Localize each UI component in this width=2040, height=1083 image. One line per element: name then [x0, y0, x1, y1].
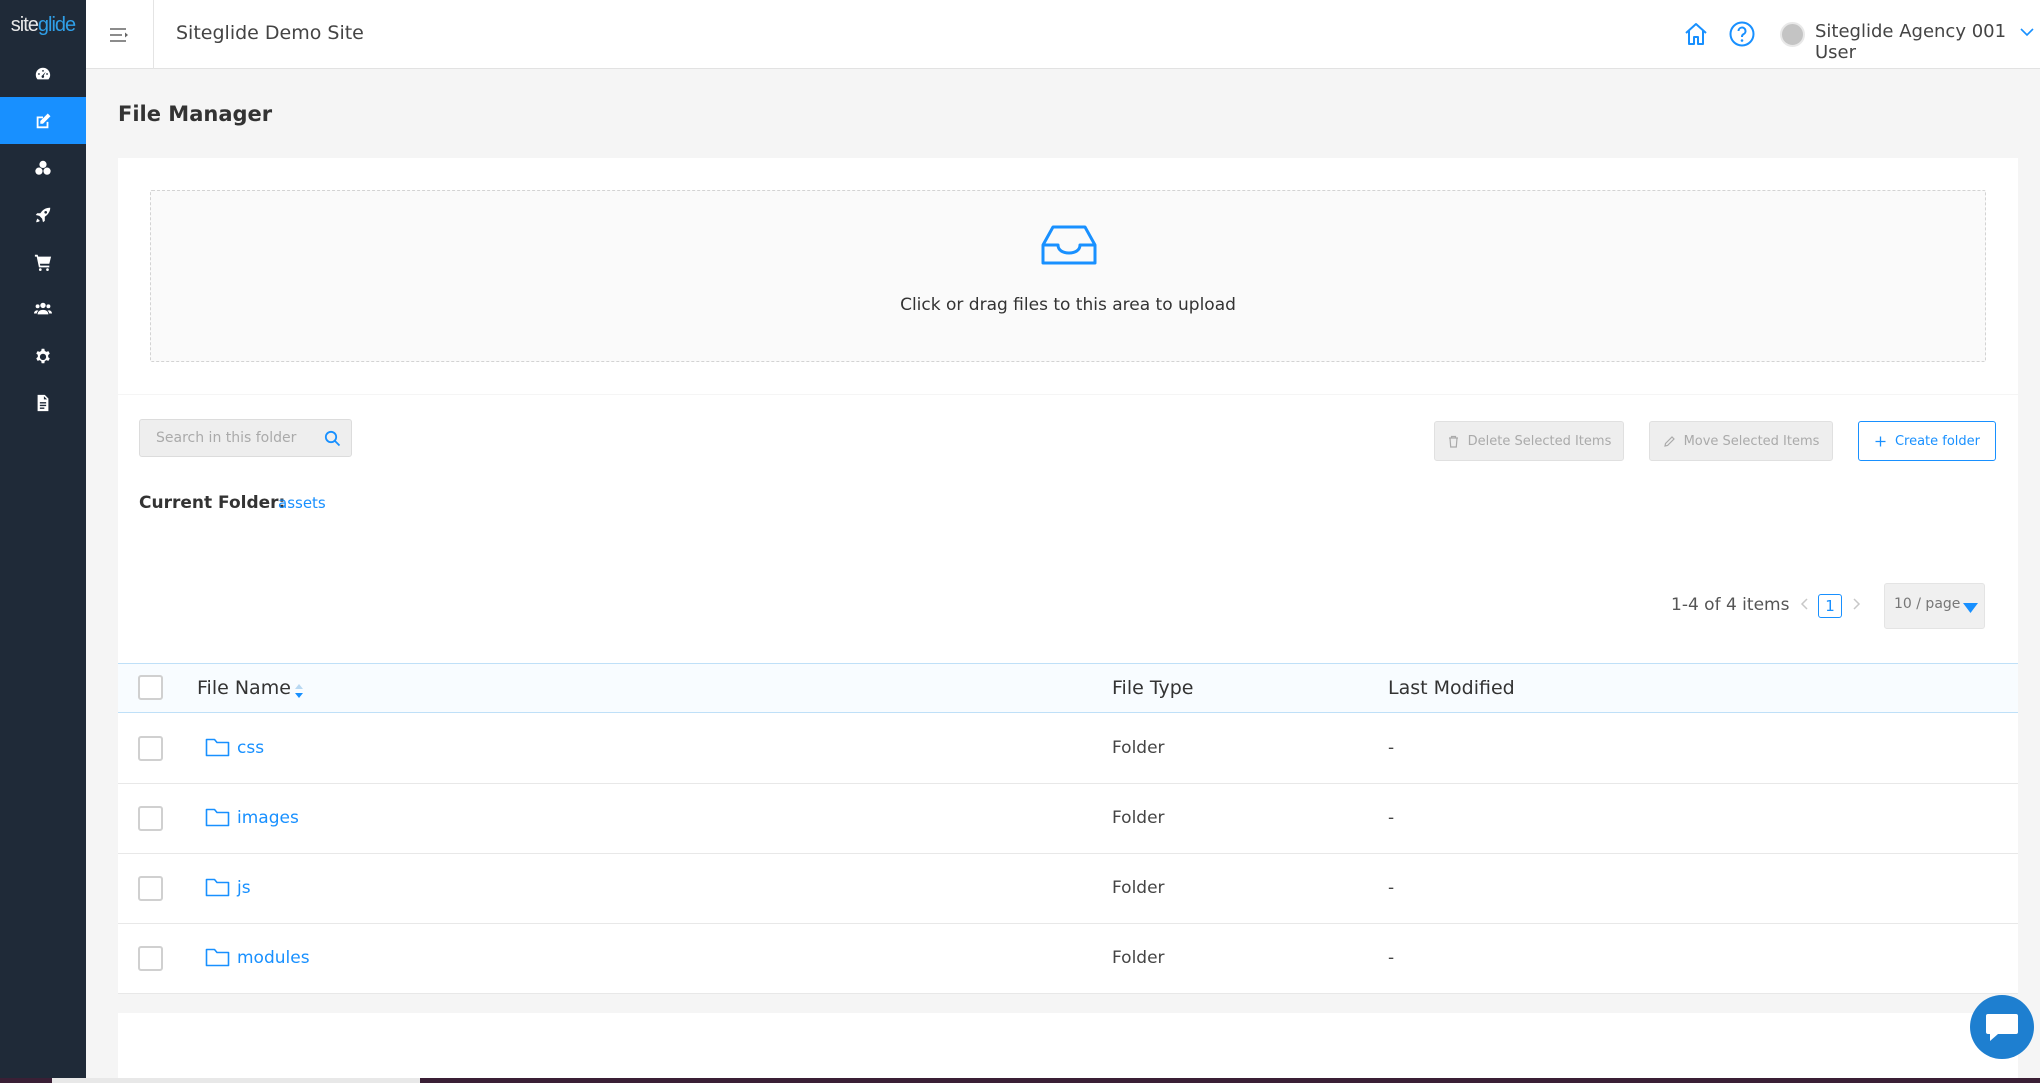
users-icon — [34, 302, 52, 314]
column-header-last-modified: Last Modified — [1388, 677, 1515, 699]
create-folder-button[interactable]: Create folder — [1858, 421, 1996, 461]
help-icon[interactable] — [1728, 20, 1756, 48]
rocket-icon — [35, 207, 51, 222]
file-name-link[interactable]: modules — [237, 948, 310, 968]
folder-icon — [205, 808, 230, 827]
footer-card — [118, 1013, 2018, 1083]
chat-icon — [1986, 1014, 2018, 1041]
logo-text-site: site — [10, 13, 39, 36]
file-type: Folder — [1112, 948, 1165, 968]
table-row[interactable]: css Folder - — [118, 714, 2018, 784]
file-type: Folder — [1112, 878, 1165, 898]
column-header-file-name[interactable]: File Name — [197, 677, 291, 699]
sidebar-item-publish[interactable] — [0, 191, 86, 238]
folder-icon — [205, 738, 230, 757]
search-input[interactable] — [140, 420, 310, 456]
table-header: File Name File Type Last Modified — [118, 663, 2018, 713]
file-type: Folder — [1112, 808, 1165, 828]
page-size-select[interactable]: 10 / page — [1884, 583, 1985, 629]
table-row[interactable]: modules Folder - — [118, 924, 2018, 994]
column-header-file-type: File Type — [1112, 677, 1194, 699]
inbox-icon — [1041, 225, 1097, 265]
delete-selected-label: Delete Selected Items — [1467, 433, 1612, 449]
last-modified: - — [1388, 878, 1395, 898]
home-icon[interactable] — [1682, 20, 1710, 48]
chevron-left-icon[interactable] — [1798, 596, 1812, 612]
menu-toggle-icon[interactable] — [108, 24, 130, 46]
table-row[interactable]: images Folder - — [118, 784, 2018, 854]
user-name[interactable]: Siteglide Agency 001 User — [1815, 21, 2040, 63]
folder-icon — [205, 948, 230, 967]
plus-icon — [1875, 436, 1886, 446]
file-name-link[interactable]: images — [237, 808, 299, 828]
logo-text-glide: glide — [37, 13, 76, 36]
page-size-value: 10 / page — [1894, 596, 1961, 612]
folder-icon — [205, 878, 230, 897]
caret-down-icon — [1963, 603, 1978, 613]
select-all-checkbox[interactable] — [138, 675, 163, 700]
last-modified: - — [1388, 808, 1395, 828]
pagination-info: 1-4 of 4 items — [1671, 595, 1790, 615]
trash-icon — [1448, 435, 1458, 448]
create-folder-label: Create folder — [1894, 433, 1981, 449]
file-name-link[interactable]: js — [237, 878, 251, 898]
sidebar-item-settings[interactable] — [0, 332, 86, 379]
gear-icon — [36, 348, 50, 363]
table-row[interactable]: js Folder - — [118, 854, 2018, 924]
chevron-right-icon[interactable] — [1849, 596, 1863, 612]
page-title: File Manager — [118, 102, 273, 126]
cart-icon — [34, 254, 52, 271]
sidebar-item-dashboard[interactable] — [0, 50, 86, 97]
bottom-scrollbar[interactable] — [52, 1078, 420, 1083]
row-checkbox[interactable] — [138, 876, 163, 901]
sidebar: site glide — [0, 0, 86, 1083]
site-title: Siteglide Demo Site — [176, 22, 364, 44]
upload-card: Click or drag files to this area to uplo… — [118, 158, 2018, 394]
search-box — [139, 419, 352, 457]
header-divider — [153, 0, 154, 69]
document-icon — [37, 394, 49, 411]
file-name-link[interactable]: css — [237, 738, 264, 758]
sort-icon[interactable] — [294, 683, 304, 699]
current-folder-link[interactable]: assets — [278, 494, 326, 512]
upload-hint-text: Click or drag files to this area to uplo… — [900, 295, 1236, 315]
file-table-card: Delete Selected Items Move Selected Item… — [118, 395, 2018, 994]
file-type: Folder — [1112, 738, 1165, 758]
modules-icon — [35, 160, 51, 175]
move-selected-label: Move Selected Items — [1683, 433, 1820, 449]
chat-button[interactable] — [1970, 995, 2034, 1059]
row-checkbox[interactable] — [138, 806, 163, 831]
delete-selected-button[interactable]: Delete Selected Items — [1434, 421, 1624, 461]
chevron-down-icon[interactable] — [2019, 24, 2035, 40]
dashboard-icon — [35, 67, 51, 79]
pagination-page-1[interactable]: 1 — [1818, 594, 1842, 618]
current-folder-label: Current Folder: — [139, 493, 286, 513]
sidebar-item-users[interactable] — [0, 285, 86, 332]
sidebar-item-modules[interactable] — [0, 144, 86, 191]
pencil-icon — [1663, 435, 1675, 447]
last-modified: - — [1388, 738, 1395, 758]
row-checkbox[interactable] — [138, 946, 163, 971]
edit-icon — [36, 113, 51, 128]
move-selected-button[interactable]: Move Selected Items — [1649, 421, 1833, 461]
search-icon[interactable] — [324, 430, 341, 447]
sidebar-item-edit[interactable] — [0, 97, 86, 144]
sidebar-item-ecommerce[interactable] — [0, 238, 86, 285]
logo[interactable]: site glide — [0, 0, 86, 50]
sidebar-item-documents[interactable] — [0, 379, 86, 426]
last-modified: - — [1388, 948, 1395, 968]
top-header: Siteglide Demo Site Siteglide Agency 001… — [86, 0, 2040, 69]
avatar[interactable] — [1780, 22, 1805, 47]
upload-dropzone[interactable]: Click or drag files to this area to uplo… — [150, 190, 1986, 362]
row-checkbox[interactable] — [138, 736, 163, 761]
